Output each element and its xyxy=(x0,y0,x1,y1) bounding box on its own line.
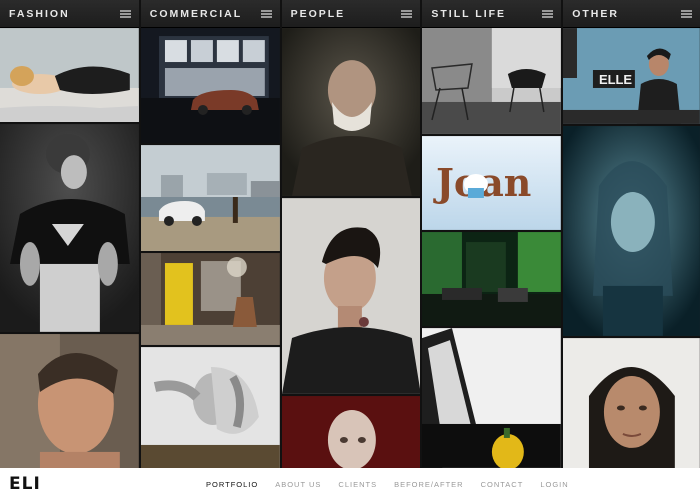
photo-tile[interactable] xyxy=(563,338,700,468)
photo-bald-man-red xyxy=(281,396,421,468)
photo-woman-hands-hair xyxy=(140,347,280,468)
column-header-commercial: COMMERCIAL xyxy=(140,0,280,28)
nav-link-portfolio[interactable]: PORTFOLIO xyxy=(206,480,258,489)
photo-man-portrait-older xyxy=(0,334,139,468)
column-other: OTHER ELLE xyxy=(563,0,700,468)
menu-icon[interactable] xyxy=(119,9,131,18)
photo-woman-reclining-lace xyxy=(0,28,139,122)
photo-tile[interactable] xyxy=(563,126,700,338)
photo-tile[interactable]: Joan xyxy=(422,136,562,232)
photo-mini-car-waterfront xyxy=(140,145,280,251)
column-header-fashion: FASHION xyxy=(0,0,139,28)
photo-woman-blue-blur xyxy=(563,126,700,336)
photo-tile[interactable] xyxy=(281,28,421,198)
photo-tile[interactable]: ELLE xyxy=(563,28,700,126)
photo-tile[interactable] xyxy=(140,28,280,145)
photo-tile[interactable] xyxy=(0,28,139,124)
column-header-still-life: STILL LIFE xyxy=(422,0,562,28)
elle-text: ELLE xyxy=(599,72,632,87)
nav-link-before-after[interactable]: BEFORE/AFTER xyxy=(394,480,464,489)
photo-tile[interactable] xyxy=(422,232,562,328)
nav-link-about-us[interactable]: ABOUT US xyxy=(275,480,321,489)
photo-tile[interactable] xyxy=(422,28,562,136)
column-header-people: PEOPLE xyxy=(281,0,421,28)
column-still-life: STILL LIFE Joan xyxy=(422,0,564,468)
photo-young-man-tattoo xyxy=(281,198,421,394)
site-logo[interactable]: ELI xyxy=(9,474,199,494)
footer-nav: PORTFOLIO ABOUT US CLIENTS BEFORE/AFTER … xyxy=(206,480,586,489)
column-title: COMMERCIAL xyxy=(149,7,243,20)
column-header-other: OTHER xyxy=(563,0,700,28)
photo-wire-chairs xyxy=(422,28,562,134)
photo-interior-yellow-shelf xyxy=(140,253,280,345)
photo-joan-typography: Joan xyxy=(422,136,562,230)
footer-bar: ELI PORTFOLIO ABOUT US CLIENTS BEFORE/AF… xyxy=(0,468,700,500)
photo-tile[interactable] xyxy=(140,145,280,253)
column-commercial: COMMERCIAL xyxy=(140,0,282,468)
menu-icon[interactable] xyxy=(260,9,272,18)
photo-tile[interactable] xyxy=(140,347,280,468)
column-title: STILL LIFE xyxy=(431,7,507,20)
photo-tile[interactable] xyxy=(0,124,139,334)
photo-tile[interactable] xyxy=(0,334,139,468)
photo-woman-black-jacket xyxy=(0,124,139,332)
photo-green-room xyxy=(422,232,562,326)
portfolio-grid: FASHION COMMERCIAL PEOPLE STILL LIFE OTH… xyxy=(0,0,700,468)
photo-monitor-pepper xyxy=(422,328,562,468)
menu-icon[interactable] xyxy=(680,9,692,18)
column-fashion: FASHION xyxy=(0,0,141,468)
photo-woman-portrait-light xyxy=(563,338,700,468)
photo-tile[interactable] xyxy=(140,253,280,347)
nav-link-login[interactable]: LOGIN xyxy=(540,480,568,489)
photo-tile[interactable] xyxy=(422,328,562,468)
column-title: FASHION xyxy=(9,7,70,20)
photo-old-man-bearded xyxy=(281,28,421,196)
photo-tile[interactable] xyxy=(281,198,421,396)
photo-tile[interactable] xyxy=(281,396,421,468)
column-people: PEOPLE xyxy=(281,0,423,468)
nav-link-contact[interactable]: CONTACT xyxy=(481,480,524,489)
nav-link-clients[interactable]: CLIENTS xyxy=(338,480,377,489)
photo-storefront-car-night xyxy=(140,28,280,143)
column-title: PEOPLE xyxy=(290,7,346,20)
menu-icon[interactable] xyxy=(542,9,554,18)
menu-icon[interactable] xyxy=(401,9,413,18)
column-title: OTHER xyxy=(572,7,619,20)
photo-woman-elle-sign: ELLE xyxy=(563,28,700,124)
